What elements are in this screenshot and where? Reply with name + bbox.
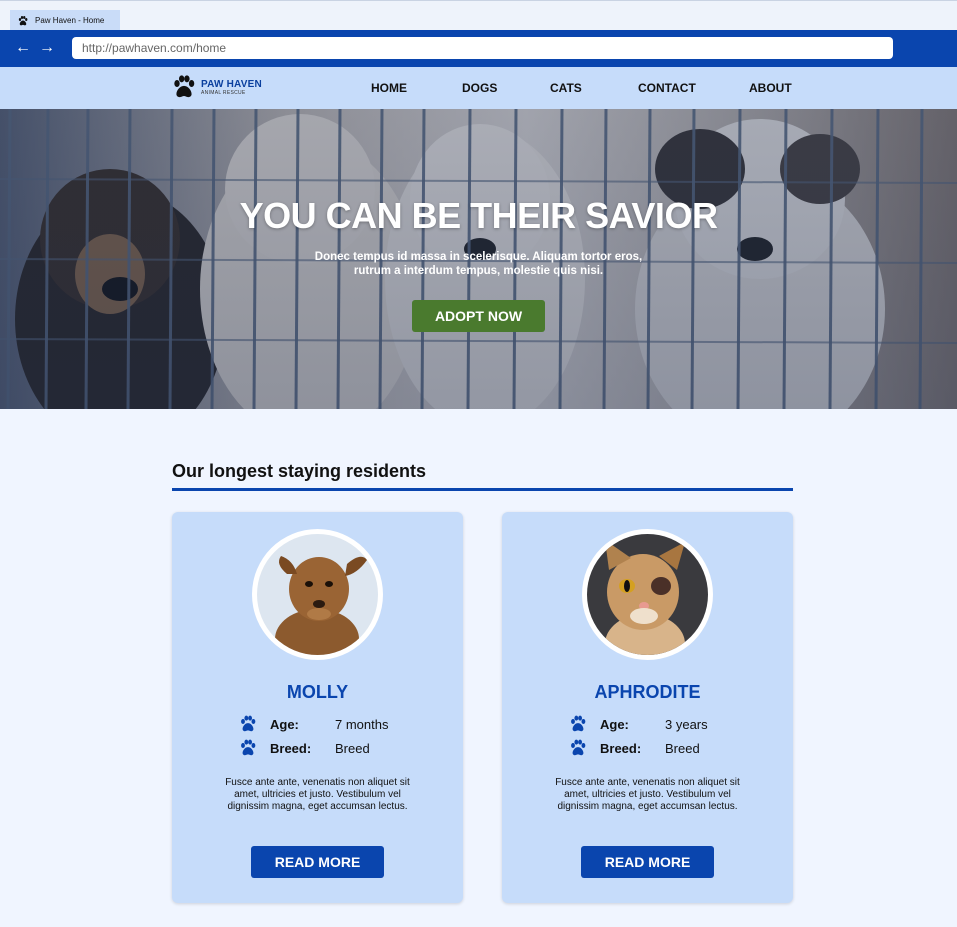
read-more-button[interactable]: READ MORE <box>581 846 714 878</box>
pet-description: Fusce ante ante, venenatis non aliquet s… <box>225 777 410 812</box>
paw-icon <box>17 15 29 27</box>
browser-tab[interactable]: Paw Haven - Home <box>10 10 120 31</box>
hero-subtitle: Donec tempus id massa in scelerisque. Al… <box>314 251 643 277</box>
pet-age-row: Age: 7 months <box>238 714 388 734</box>
arrow-right-icon[interactable]: → <box>38 38 56 58</box>
nav-about[interactable]: ABOUT <box>749 81 792 95</box>
pet-name: MOLLY <box>286 682 349 702</box>
hero-banner: YOU CAN BE THEIR SAVIOR Donec tempus id … <box>0 109 957 409</box>
hero-title: YOU CAN BE THEIR SAVIOR <box>239 195 718 236</box>
pet-description: Fusce ante ante, venenatis non aliquet s… <box>555 777 740 812</box>
site-logo[interactable]: PAW HAVEN ANIMAL RESCUE <box>170 73 262 101</box>
pet-photo-frame <box>582 529 713 674</box>
brand-name: PAW HAVEN <box>201 78 262 90</box>
tab-title: Paw Haven - Home <box>35 16 105 25</box>
browser-toolbar: ← → <box>0 30 957 67</box>
section-title: Our longest staying residents <box>172 461 427 481</box>
pet-photo-frame <box>252 529 383 669</box>
arrow-left-icon[interactable]: ← <box>14 38 32 58</box>
pet-breed-row: Breed: Breed <box>568 738 700 758</box>
paw-icon <box>238 714 258 734</box>
pet-name: APHRODITE <box>594 682 701 702</box>
breed-label: Breed: <box>270 740 312 756</box>
nav-dogs[interactable]: DOGS <box>462 81 497 95</box>
age-label: Age: <box>270 716 299 732</box>
paw-icon <box>568 738 588 758</box>
pet-photo-cat <box>587 534 708 674</box>
breed-value: Breed <box>665 740 700 756</box>
section-divider <box>172 488 793 491</box>
adopt-now-button[interactable]: ADOPT NOW <box>412 300 545 332</box>
pet-breed-row: Breed: Breed <box>238 738 370 758</box>
paw-icon <box>170 73 198 101</box>
pet-card: MOLLY Age: 7 months Breed: Breed Fusce a… <box>172 512 463 903</box>
age-value: 7 months <box>335 716 389 732</box>
nav-cats[interactable]: CATS <box>550 81 582 95</box>
breed-value: Breed <box>335 740 370 756</box>
nav-home[interactable]: HOME <box>371 81 407 95</box>
breed-label: Breed: <box>600 740 642 756</box>
pet-photo-dog <box>257 534 378 669</box>
age-value: 3 years <box>665 716 708 732</box>
nav-contact[interactable]: CONTACT <box>638 81 696 95</box>
browser-tab-bar: Paw Haven - Home <box>0 0 957 31</box>
address-bar[interactable] <box>72 37 893 59</box>
paw-icon <box>238 738 258 758</box>
pet-age-row: Age: 3 years <box>568 714 708 734</box>
read-more-button[interactable]: READ MORE <box>251 846 384 878</box>
age-label: Age: <box>600 716 629 732</box>
site-header: PAW HAVEN ANIMAL RESCUE HOME DOGS CATS C… <box>0 67 957 109</box>
pet-card: APHRODITE Age: 3 years Breed: Breed Fusc… <box>502 512 793 903</box>
brand-tagline: ANIMAL RESCUE <box>201 89 246 96</box>
paw-icon <box>568 714 588 734</box>
